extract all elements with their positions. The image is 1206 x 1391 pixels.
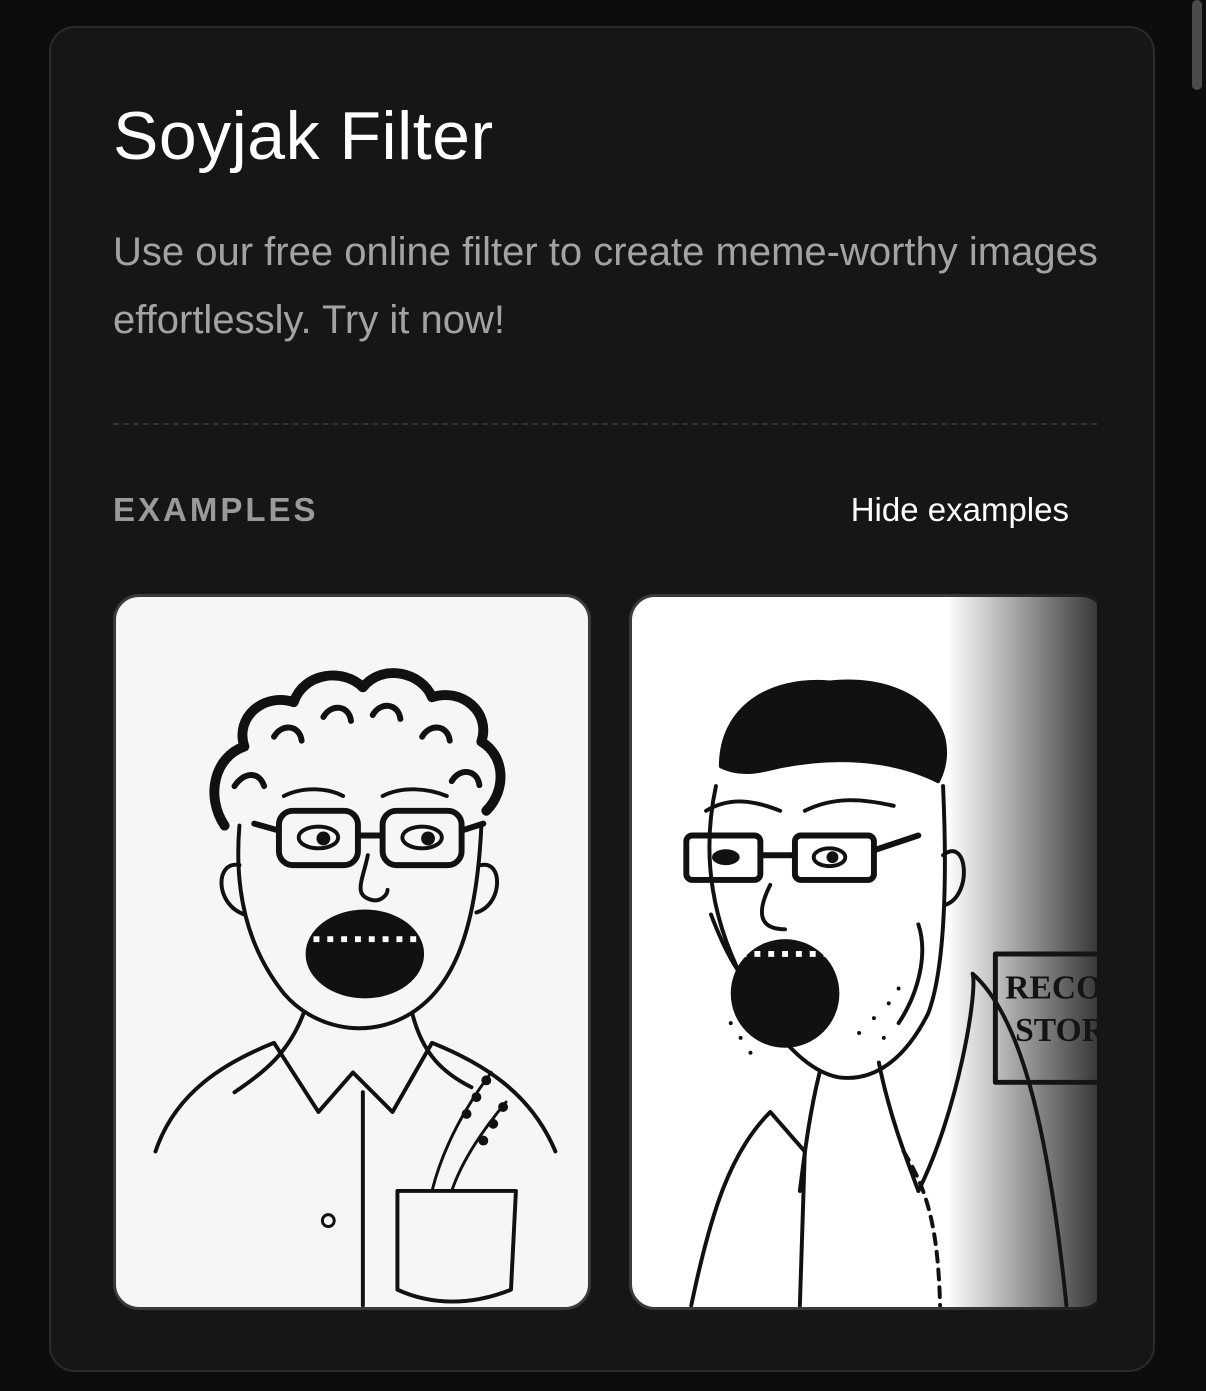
record-store-sign-line-1: RECORD	[1005, 969, 1097, 1006]
examples-carousel[interactable]: RECORD STORE	[113, 594, 1097, 1312]
filter-card: Soyjak Filter Use our free online filter…	[49, 26, 1155, 1372]
example-image-curly-hair[interactable]	[113, 594, 591, 1310]
example-image-short-hair[interactable]: RECORD STORE	[629, 594, 1097, 1310]
record-store-sign-line-2: STORE	[1015, 1012, 1097, 1049]
page-scrollbar[interactable]	[1192, 0, 1202, 90]
hide-examples-button[interactable]: Hide examples	[851, 488, 1069, 532]
page-subtitle: Use our free online filter to create mem…	[113, 230, 1098, 342]
dashed-divider	[113, 423, 1097, 425]
examples-heading: EXAMPLES	[113, 491, 319, 528]
soyjak-curly-illustration	[153, 668, 558, 1307]
soyjak-record-store-illustration: RECORD STORE	[683, 679, 1097, 1307]
page-title: Soyjak Filter	[113, 98, 494, 174]
